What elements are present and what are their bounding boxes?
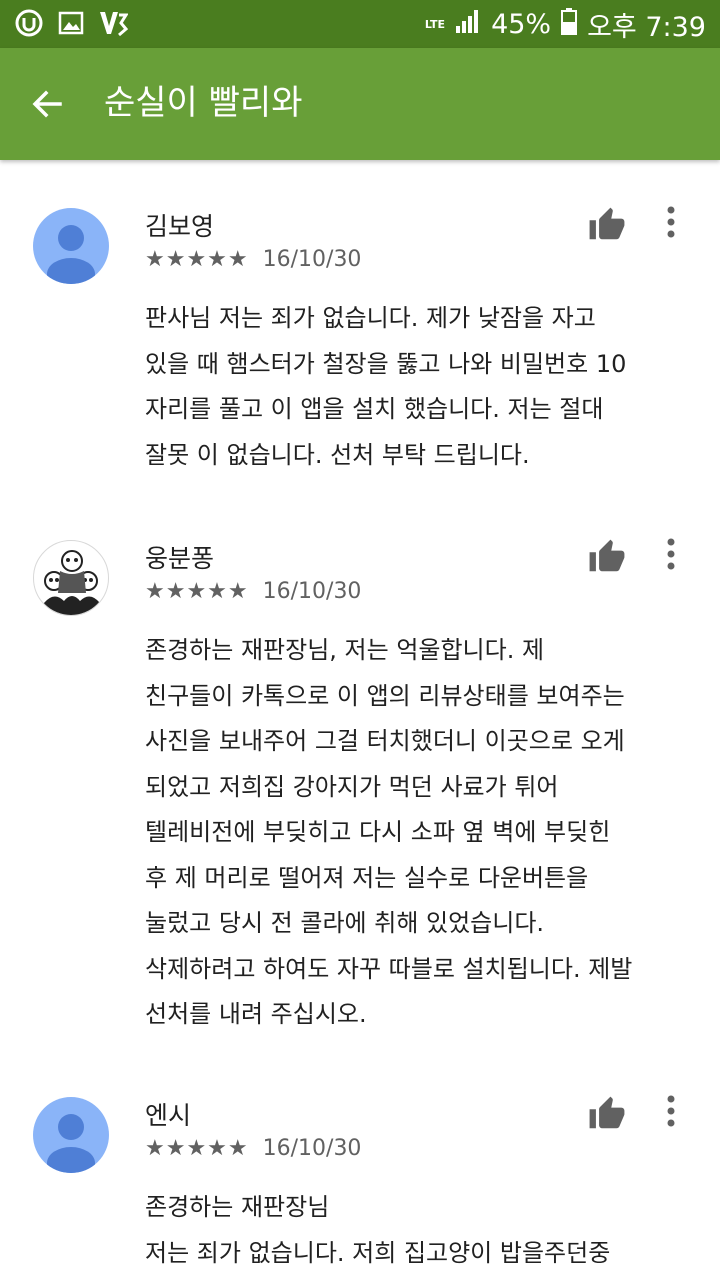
star-rating: ★★★★★ [145, 246, 249, 272]
reviewer-name: 김보영 [145, 212, 215, 241]
network-type: LTE [424, 17, 446, 31]
rating-row: ★★★★★ 16/10/30 [145, 244, 361, 274]
review-line: 텔레비전에 부딪히고 다시 소파 옆 벽에 부딪힌 [145, 818, 611, 846]
review-date: 16/10/30 [262, 578, 362, 604]
v3-app-icon [98, 8, 128, 38]
review-text: 존경하는 재판장님, 저는 억울합니다. 제 친구들이 카톡으로 이 앱의 리뷰… [145, 628, 705, 1038]
rating-row: ★★★★★ 16/10/30 [145, 1133, 361, 1163]
rating-row: ★★★★★ 16/10/30 [145, 576, 361, 606]
review-line: 존경하는 재판장님, 저는 억울합니다. 제 [145, 636, 545, 664]
review-line: 삭제하려고 하여도 자꾸 따블로 설치됩니다. 제발 [145, 954, 633, 983]
review-line: 저는 죄가 없습니다. 저희 집고양이 밥을주던중 [145, 1238, 611, 1267]
review-line: 사진을 보내주어 그걸 터치했더니 이곳으로 오게 [145, 727, 625, 755]
status-indicators: LTE 45% 오후 7:39 [425, 0, 706, 48]
app-bar: 순실이 빨리와 [0, 48, 720, 160]
avatar[interactable] [33, 208, 109, 284]
review-line: 눌렀고 당시 전 콜라에 취해 있었습니다. [145, 909, 545, 937]
image-icon [56, 8, 86, 38]
thumb-up-icon[interactable] [588, 206, 626, 244]
star-rating: ★★★★★ [145, 578, 249, 604]
review-line: 되었고 저희집 강아지가 먹던 사료가 튀어 [145, 772, 559, 801]
battery-icon [561, 7, 578, 42]
avatar[interactable] [33, 540, 109, 616]
app-notification-icon [14, 8, 44, 38]
review-line: 친구들이 카톡으로 이 앱의 리뷰상태를 보여주는 [145, 681, 625, 710]
review-line: 잘못 이 없습니다. 선처 부탁 드립니다. [145, 440, 530, 469]
review-line: 후 제 머리로 떨어져 저는 실수로 다운버튼을 [145, 863, 589, 892]
star-rating: ★★★★★ [145, 1135, 249, 1161]
avatar[interactable] [33, 1097, 109, 1173]
review-date: 16/10/30 [262, 1135, 362, 1161]
review-line: 존경하는 재판장님 [145, 1193, 330, 1221]
signal-icon [455, 8, 481, 41]
more-vert-icon[interactable] [654, 202, 688, 242]
review-line: 있을 때 햄스터가 철장을 뚫고 나와 비밀번호 10 [145, 349, 627, 378]
battery-percent: 45% [491, 8, 552, 40]
review-line: 선처를 내려 주십시오. [145, 1000, 367, 1028]
reviewer-name: 웅분퐁 [145, 544, 215, 573]
review-line: 자리를 풀고 이 앱을 설치 했습니다. 저는 절대 [145, 395, 604, 423]
review-text: 존경하는 재판장님 저는 죄가 없습니다. 저희 집고양이 밥을주던중 [145, 1185, 705, 1276]
arrow-back-icon[interactable] [26, 82, 70, 126]
review-line: 판사님 저는 죄가 없습니다. 제가 낮잠을 자고 [145, 304, 596, 332]
thumb-up-icon[interactable] [588, 1095, 626, 1133]
review-date: 16/10/30 [262, 246, 362, 272]
clock: 오후 7:39 [587, 11, 706, 43]
reviewer-name: 엔시 [145, 1101, 192, 1130]
thumb-up-icon[interactable] [588, 538, 626, 576]
app-title: 순실이 빨리와 [104, 83, 303, 123]
status-bar: LTE 45% 오후 7:39 [0, 0, 720, 48]
review-text: 판사님 저는 죄가 없습니다. 제가 낮잠을 자고 있을 때 햄스터가 철장을 … [145, 296, 705, 478]
more-vert-icon[interactable] [654, 534, 688, 574]
notification-icons [14, 8, 128, 38]
more-vert-icon[interactable] [654, 1091, 688, 1131]
